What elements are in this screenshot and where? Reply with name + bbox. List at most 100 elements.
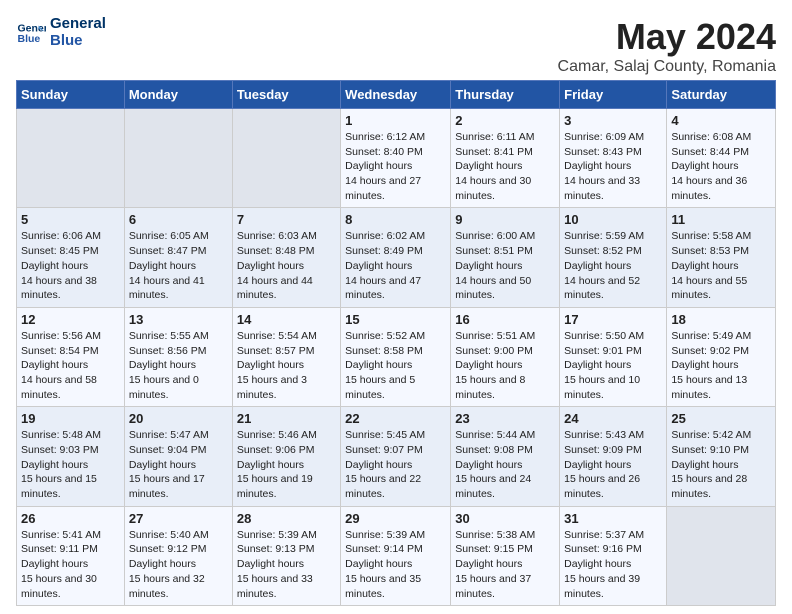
calendar-cell [124,109,232,208]
day-info: Sunrise: 6:05 AMSunset: 8:47 PMDaylight … [129,229,228,302]
day-number: 20 [129,411,228,426]
weekday-header-wednesday: Wednesday [341,81,451,109]
weekday-header-saturday: Saturday [667,81,776,109]
day-info: Sunrise: 5:58 AMSunset: 8:53 PMDaylight … [671,229,771,302]
day-info: Sunrise: 5:37 AMSunset: 9:16 PMDaylight … [564,528,662,601]
weekday-header-friday: Friday [560,81,667,109]
weekday-header-sunday: Sunday [17,81,125,109]
weekday-header-thursday: Thursday [451,81,560,109]
day-number: 13 [129,312,228,327]
calendar-cell: 12 Sunrise: 5:56 AMSunset: 8:54 PMDayligh… [17,307,125,406]
day-number: 4 [671,113,771,128]
day-info: Sunrise: 5:40 AMSunset: 9:12 PMDaylight … [129,528,228,601]
page-container: General Blue General Blue May 2024 Camar… [0,0,792,614]
calendar-cell: 8 Sunrise: 6:02 AMSunset: 8:49 PMDaylight… [341,208,451,307]
calendar-cell [17,109,125,208]
day-info: Sunrise: 6:06 AMSunset: 8:45 PMDaylight … [21,229,120,302]
weekday-header-monday: Monday [124,81,232,109]
calendar-table: SundayMondayTuesdayWednesdayThursdayFrid… [16,80,776,606]
logo-icon: General Blue [16,18,46,48]
day-info: Sunrise: 6:12 AMSunset: 8:40 PMDaylight … [345,130,446,203]
day-number: 12 [21,312,120,327]
day-number: 8 [345,212,446,227]
calendar-body: 1 Sunrise: 6:12 AMSunset: 8:40 PMDaylight… [17,109,776,606]
calendar-cell: 24Sunrise: 5:43 AMSunset: 9:09 PMDayligh… [560,407,667,506]
day-number: 17 [564,312,662,327]
day-number: 7 [237,212,336,227]
day-info: Sunrise: 5:47 AMSunset: 9:04 PMDaylight … [129,428,228,501]
logo-line1: General [50,16,106,33]
day-info: Sunrise: 5:54 AMSunset: 8:57 PMDaylight … [237,329,336,402]
day-info: Sunrise: 6:11 AMSunset: 8:41 PMDaylight … [455,130,555,203]
calendar-title: May 2024 [558,16,776,58]
day-info: Sunrise: 5:59 AMSunset: 8:52 PMDaylight … [564,229,662,302]
header: General Blue General Blue May 2024 Camar… [16,16,776,76]
day-number: 28 [237,511,336,526]
title-section: May 2024 Camar, Salaj County, Romania [558,16,776,76]
day-number: 25 [671,411,771,426]
calendar-cell: 26 Sunrise: 5:41 AMSunset: 9:11 PMDayligh… [17,506,125,605]
weekday-header-row: SundayMondayTuesdayWednesdayThursdayFrid… [17,81,776,109]
day-info: Sunrise: 5:48 AMSunset: 9:03 PMDaylight … [21,428,120,501]
day-info: Sunrise: 5:51 AMSunset: 9:00 PMDaylight … [455,329,555,402]
calendar-week-row: 5 Sunrise: 6:06 AMSunset: 8:45 PMDaylight… [17,208,776,307]
day-number: 23 [455,411,555,426]
calendar-cell: 23 Sunrise: 5:44 AMSunset: 9:08 PMDayligh… [451,407,560,506]
day-info: Sunrise: 6:02 AMSunset: 8:49 PMDaylight … [345,229,446,302]
day-info: Sunrise: 5:49 AMSunset: 9:02 PMDaylight … [671,329,771,402]
logo-line2: Blue [50,33,106,50]
day-number: 31 [564,511,662,526]
calendar-cell: 18Sunrise: 5:49 AMSunset: 9:02 PMDayligh… [667,307,776,406]
day-info: Sunrise: 6:09 AMSunset: 8:43 PMDaylight … [564,130,662,203]
calendar-cell: 30Sunrise: 5:38 AMSunset: 9:15 PMDayligh… [451,506,560,605]
day-info: Sunrise: 5:56 AMSunset: 8:54 PMDaylight … [21,329,120,402]
calendar-cell: 2 Sunrise: 6:11 AMSunset: 8:41 PMDaylight… [451,109,560,208]
day-number: 2 [455,113,555,128]
day-info: Sunrise: 6:00 AMSunset: 8:51 PMDaylight … [455,229,555,302]
day-number: 27 [129,511,228,526]
day-number: 10 [564,212,662,227]
day-number: 15 [345,312,446,327]
logo-text: General Blue [50,16,106,49]
day-info: Sunrise: 5:42 AMSunset: 9:10 PMDaylight … [671,428,771,501]
calendar-cell [232,109,340,208]
calendar-cell: 28 Sunrise: 5:39 AMSunset: 9:13 PMDayligh… [232,506,340,605]
calendar-cell: 1 Sunrise: 6:12 AMSunset: 8:40 PMDaylight… [341,109,451,208]
day-info: Sunrise: 5:41 AMSunset: 9:11 PMDaylight … [21,528,120,601]
day-info: Sunrise: 5:44 AMSunset: 9:08 PMDaylight … [455,428,555,501]
day-info: Sunrise: 5:55 AMSunset: 8:56 PMDaylight … [129,329,228,402]
calendar-cell: 9 Sunrise: 6:00 AMSunset: 8:51 PMDaylight… [451,208,560,307]
calendar-cell: 15 Sunrise: 5:52 AMSunset: 8:58 PMDayligh… [341,307,451,406]
calendar-cell: 11Sunrise: 5:58 AMSunset: 8:53 PMDayligh… [667,208,776,307]
day-info: Sunrise: 5:39 AMSunset: 9:13 PMDaylight … [237,528,336,601]
day-number: 29 [345,511,446,526]
calendar-subtitle: Camar, Salaj County, Romania [558,58,776,76]
calendar-cell: 27 Sunrise: 5:40 AMSunset: 9:12 PMDayligh… [124,506,232,605]
day-number: 9 [455,212,555,227]
day-info: Sunrise: 5:52 AMSunset: 8:58 PMDaylight … [345,329,446,402]
day-number: 26 [21,511,120,526]
calendar-cell: 4Sunrise: 6:08 AMSunset: 8:44 PMDaylight… [667,109,776,208]
calendar-cell: 21Sunrise: 5:46 AMSunset: 9:06 PMDayligh… [232,407,340,506]
day-number: 1 [345,113,446,128]
day-info: Sunrise: 5:50 AMSunset: 9:01 PMDaylight … [564,329,662,402]
day-number: 14 [237,312,336,327]
day-number: 21 [237,411,336,426]
calendar-header: SundayMondayTuesdayWednesdayThursdayFrid… [17,81,776,109]
day-info: Sunrise: 6:03 AMSunset: 8:48 PMDaylight … [237,229,336,302]
calendar-cell: 5 Sunrise: 6:06 AMSunset: 8:45 PMDaylight… [17,208,125,307]
calendar-cell: 17 Sunrise: 5:50 AMSunset: 9:01 PMDayligh… [560,307,667,406]
calendar-cell: 13 Sunrise: 5:55 AMSunset: 8:56 PMDayligh… [124,307,232,406]
calendar-cell: 29Sunrise: 5:39 AMSunset: 9:14 PMDayligh… [341,506,451,605]
calendar-cell: 25 Sunrise: 5:42 AMSunset: 9:10 PMDayligh… [667,407,776,506]
day-number: 24 [564,411,662,426]
calendar-cell: 7 Sunrise: 6:03 AMSunset: 8:48 PMDaylight… [232,208,340,307]
calendar-week-row: 12 Sunrise: 5:56 AMSunset: 8:54 PMDayligh… [17,307,776,406]
calendar-cell [667,506,776,605]
calendar-week-row: 19Sunrise: 5:48 AMSunset: 9:03 PMDayligh… [17,407,776,506]
calendar-cell: 19Sunrise: 5:48 AMSunset: 9:03 PMDayligh… [17,407,125,506]
day-number: 5 [21,212,120,227]
day-info: Sunrise: 5:38 AMSunset: 9:15 PMDaylight … [455,528,555,601]
day-number: 16 [455,312,555,327]
day-number: 6 [129,212,228,227]
